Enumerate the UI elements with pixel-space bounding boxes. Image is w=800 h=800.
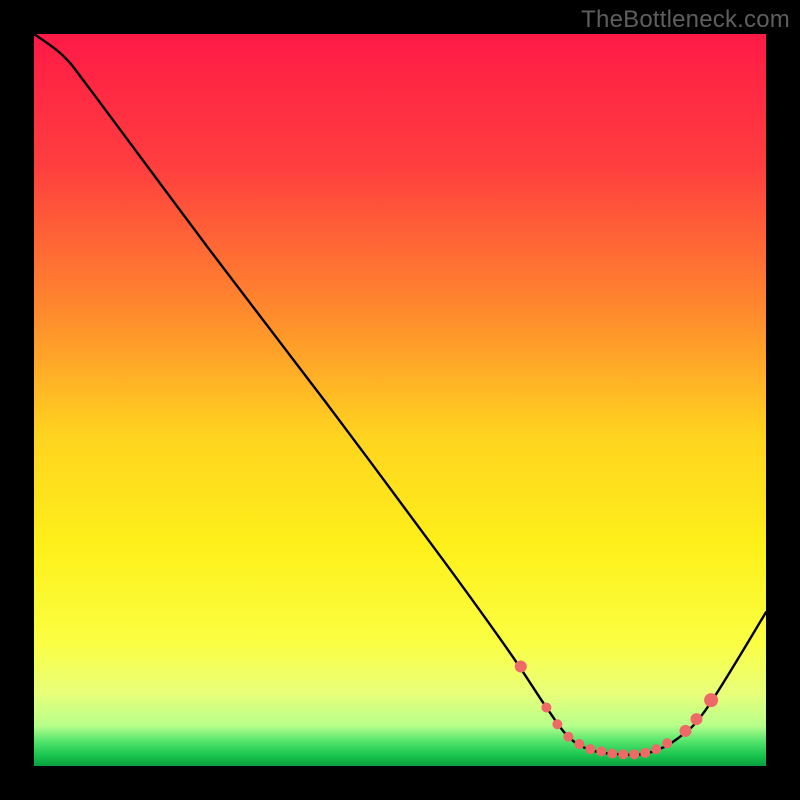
marker-dot	[574, 739, 584, 749]
plot-area	[34, 34, 766, 766]
marker-dot	[690, 713, 702, 725]
marker-dot	[679, 725, 691, 737]
marker-dot	[704, 693, 718, 707]
chart-frame: TheBottleneck.com	[0, 0, 800, 800]
marker-dot	[541, 702, 551, 712]
marker-dot	[618, 749, 628, 759]
marker-dot	[552, 719, 562, 729]
marker-dot	[585, 744, 595, 754]
marker-dot	[515, 660, 527, 672]
marker-dot	[651, 744, 661, 754]
marker-dot	[563, 732, 573, 742]
marker-dot	[662, 738, 672, 748]
gradient-background	[34, 34, 766, 766]
marker-dot	[607, 749, 617, 759]
watermark-text: TheBottleneck.com	[581, 6, 790, 34]
marker-dot	[640, 748, 650, 758]
marker-dot	[596, 746, 606, 756]
marker-dot	[629, 749, 639, 759]
bottleneck-chart	[34, 34, 766, 766]
